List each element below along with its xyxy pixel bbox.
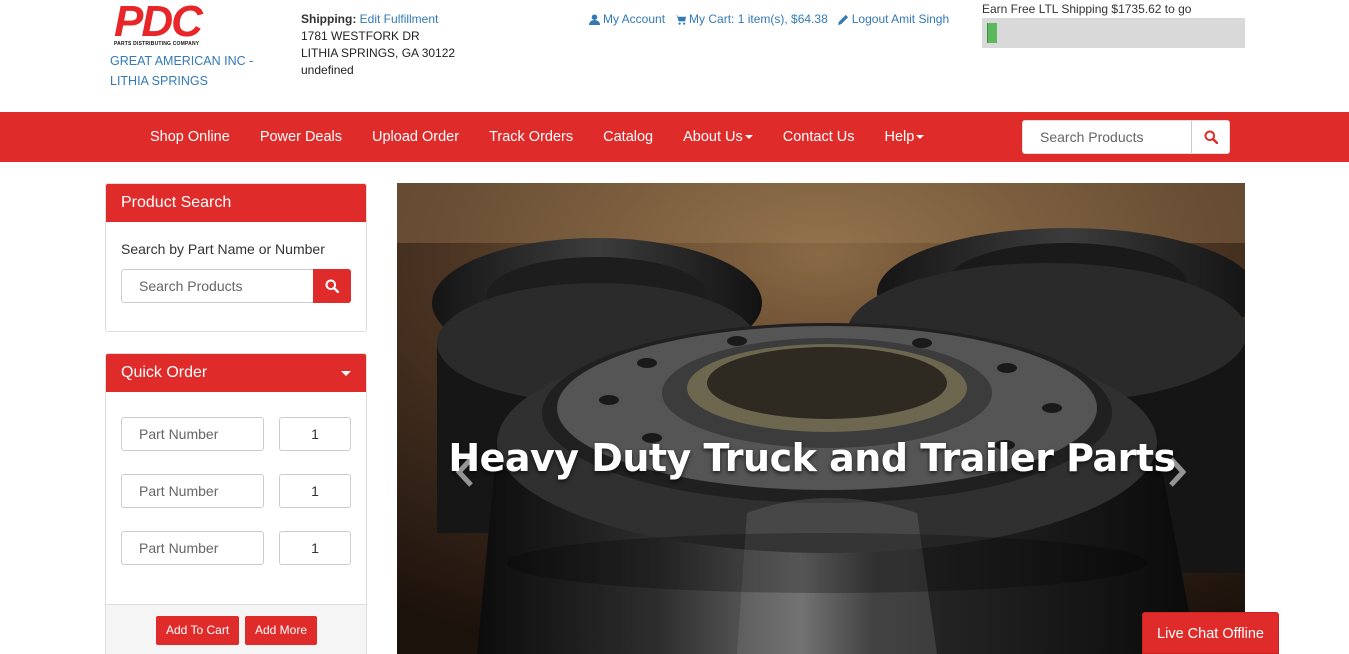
quantity-input[interactable]: 1 [279, 474, 351, 508]
my-account-label: My Account [603, 12, 666, 26]
search-icon [1204, 130, 1218, 144]
company-line2: LITHIA SPRINGS [110, 74, 208, 88]
user-icon [589, 13, 600, 25]
product-search-field [121, 269, 351, 303]
nav-item-label: Shop Online [150, 129, 230, 145]
my-cart-link[interactable]: My Cart: 1 item(s), $64.38 [675, 12, 828, 26]
product-search-label: Search by Part Name or Number [121, 241, 325, 257]
caret-down-icon [744, 135, 753, 140]
carousel-next-icon[interactable] [1165, 455, 1191, 489]
shipping-address2: LITHIA SPRINGS, GA 30122 [301, 46, 456, 60]
ltl-progress-fill [987, 23, 997, 43]
shipping-label: Shipping: [301, 12, 357, 26]
company-line1: GREAT AMERICAN INC - [110, 54, 254, 68]
quantity-input[interactable]: 1 [279, 531, 351, 565]
part-number-input[interactable] [121, 531, 264, 565]
nav-item-power-deals[interactable]: Power Deals [245, 112, 357, 162]
my-account-link[interactable]: My Account [589, 12, 665, 26]
caret-down-icon [916, 135, 925, 140]
account-links: My Account My Cart: 1 item(s), $64.38 Lo… [589, 12, 949, 26]
quick-order-footer: Add To Cart Add More [106, 604, 366, 654]
nav-item-label: Help [884, 129, 915, 145]
product-search-input[interactable] [122, 270, 312, 302]
ltl-progress-bar [982, 18, 1245, 48]
nav-item-label: About Us [683, 129, 743, 145]
shipping-address1: 1781 WESTFORK DR [301, 29, 420, 43]
nav-item-upload-order[interactable]: Upload Order [357, 112, 474, 162]
main-nav: Shop Online Power Deals Upload Order Track … [0, 112, 1349, 162]
logo[interactable]: PDC PARTS DISTRIBUTING COMPANY [114, 0, 210, 47]
nav-search-button[interactable] [1191, 121, 1229, 153]
hero-title: Heavy Duty Truck and Trailer Parts [448, 436, 1176, 480]
logout-link[interactable]: Logout Amit Singh [837, 12, 950, 26]
company-name[interactable]: GREAT AMERICAN INC - LITHIA SPRINGS [110, 51, 260, 91]
nav-item-label: Catalog [603, 129, 654, 145]
quick-order-panel: Quick Order 1 1 1 Add To Cart Add More [105, 353, 367, 654]
my-cart-label: My Cart: 1 item(s), $64.38 [689, 12, 828, 26]
nav-items: Shop Online Power Deals Upload Order Track … [135, 112, 939, 162]
quantity-input[interactable]: 1 [279, 417, 351, 451]
shipping-address3: undefined [301, 63, 354, 77]
nav-item-contact-us[interactable]: Contact Us [768, 112, 870, 162]
nav-item-label: Power Deals [259, 129, 343, 145]
nav-item-help[interactable]: Help [870, 112, 940, 162]
product-search-panel: Product Search Search by Part Name or Nu… [105, 183, 367, 332]
pencil-icon [837, 14, 848, 25]
product-search-button[interactable] [313, 269, 351, 303]
shipping-info: Shipping: Edit Fulfillment 1781 WESTFORK… [301, 11, 455, 79]
quick-order-title: Quick Order [121, 364, 208, 381]
part-number-input[interactable] [121, 417, 264, 451]
hero-image [397, 183, 1245, 654]
nav-item-shop-online[interactable]: Shop Online [135, 112, 245, 162]
nav-item-label: Upload Order [372, 129, 460, 145]
nav-item-about-us[interactable]: About Us [668, 112, 768, 162]
ltl-shipping-text: Earn Free LTL Shipping $1735.62 to go [982, 2, 1192, 16]
chevron-down-icon [341, 371, 351, 376]
nav-item-label: Track Orders [489, 129, 574, 145]
part-number-input[interactable] [121, 474, 264, 508]
add-to-cart-button[interactable]: Add To Cart [156, 616, 240, 645]
nav-search-input[interactable] [1023, 121, 1193, 153]
quick-order-header[interactable]: Quick Order [106, 354, 366, 392]
carousel-prev-icon[interactable] [451, 455, 477, 489]
live-chat-button[interactable]: Live Chat Offline [1142, 612, 1279, 654]
nav-item-track-orders[interactable]: Track Orders [474, 112, 588, 162]
nav-search [1022, 120, 1230, 154]
nav-item-catalog[interactable]: Catalog [588, 112, 668, 162]
search-icon [325, 279, 339, 293]
nav-item-label: Contact Us [782, 129, 855, 145]
hero-carousel: Heavy Duty Truck and Trailer Parts [397, 183, 1245, 654]
add-more-button[interactable]: Add More [245, 616, 318, 645]
logo-mark: PDC [114, 0, 203, 46]
cart-icon [675, 14, 687, 25]
edit-fulfillment-link[interactable]: Edit Fulfillment [360, 12, 439, 26]
logout-label: Logout Amit Singh [851, 12, 950, 26]
product-search-title: Product Search [106, 184, 366, 222]
logo-subtext: PARTS DISTRIBUTING COMPANY [114, 41, 200, 47]
